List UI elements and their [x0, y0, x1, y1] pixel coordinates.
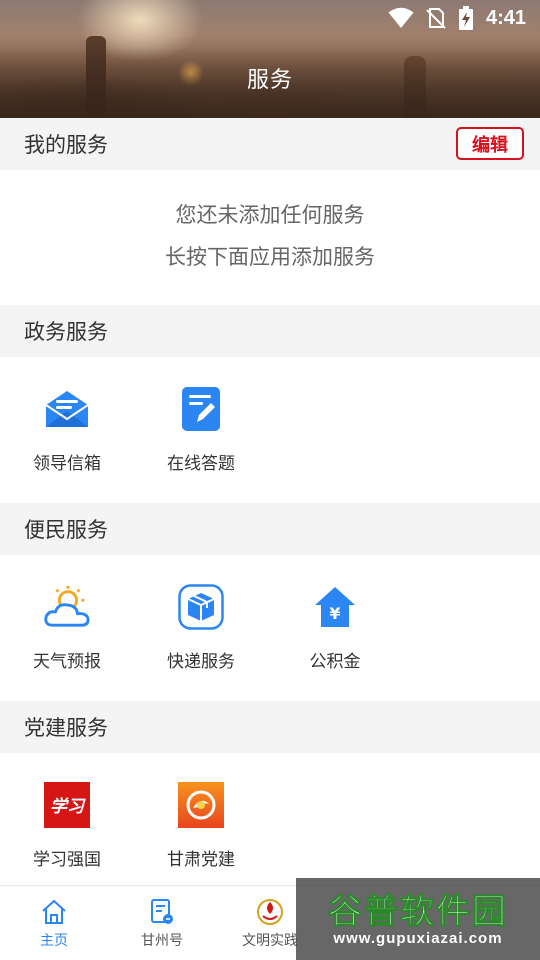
xuexi-logo-icon: 学习	[43, 781, 91, 829]
party-services-header: 党建服务	[0, 701, 540, 753]
battery-charging-icon	[458, 6, 474, 30]
my-services-header: 我的服务 编辑	[0, 118, 540, 170]
nav-label: 文明实践	[242, 933, 298, 949]
nav-label: 甘州号	[141, 933, 183, 949]
gov-services-grid: 领导信箱 在线答题	[0, 357, 540, 502]
svg-text:¥: ¥	[329, 604, 340, 623]
no-sim-icon	[426, 7, 446, 29]
service-weather[interactable]: 天气预报	[0, 555, 134, 700]
housing-fund-icon: ¥	[311, 583, 359, 631]
weather-icon	[43, 583, 91, 631]
gov-services-title: 政务服务	[24, 320, 108, 344]
service-gansu-party[interactable]: 甘肃党建	[134, 753, 268, 898]
service-online-quiz[interactable]: 在线答题	[134, 357, 268, 502]
service-express[interactable]: 快递服务	[134, 555, 268, 700]
nav-label: 主页	[40, 933, 68, 949]
public-services-header: 便民服务	[0, 503, 540, 555]
civilization-logo-icon	[256, 898, 284, 926]
edit-button[interactable]: 编辑	[456, 127, 524, 160]
header-banner: 4:41 服务	[0, 0, 540, 118]
service-leader-mailbox[interactable]: 领导信箱	[0, 357, 134, 502]
service-housing-fund[interactable]: ¥ 公积金	[268, 555, 402, 700]
status-bar: 4:41	[0, 0, 540, 36]
public-services-grid: 天气预报 快递服务 ¥ 公积金	[0, 555, 540, 700]
xuexi-logo-text: 学习	[50, 797, 86, 817]
party-services-title: 党建服务	[24, 716, 108, 740]
service-label: 甘肃党建	[167, 850, 235, 870]
edit-note-icon	[177, 385, 225, 433]
gansu-party-logo-icon	[177, 781, 225, 829]
nav-item-ganzhou[interactable]: 甘州号	[108, 886, 216, 960]
document-icon	[148, 898, 176, 926]
wifi-icon	[388, 7, 414, 29]
status-time: 4:41	[485, 6, 526, 29]
home-icon	[40, 898, 68, 926]
service-label: 快递服务	[167, 652, 235, 672]
site-watermark: 谷普软件园 www.gupuxiazai.com	[296, 878, 540, 960]
package-icon	[177, 583, 225, 631]
empty-hint-line-2: 长按下面应用添加服务	[165, 245, 375, 269]
mailbox-icon	[43, 385, 91, 433]
nav-item-home[interactable]: 主页	[0, 886, 108, 960]
watermark-title: 谷普软件园	[328, 892, 508, 933]
public-services-title: 便民服务	[24, 518, 108, 542]
page-title: 服务	[246, 68, 293, 93]
service-label: 公积金	[309, 652, 361, 672]
service-xuexi[interactable]: 学习 学习强国	[0, 753, 134, 898]
empty-hint-line-1: 您还未添加任何服务	[175, 203, 365, 227]
service-label: 学习强国	[33, 850, 101, 870]
watermark-url: www.gupuxiazai.com	[333, 930, 503, 947]
my-services-title: 我的服务	[24, 133, 108, 157]
empty-services-hint: 您还未添加任何服务 长按下面应用添加服务	[0, 194, 540, 278]
gov-services-header: 政务服务	[0, 305, 540, 357]
service-label: 在线答题	[167, 454, 235, 474]
service-label: 领导信箱	[33, 454, 101, 474]
service-label: 天气预报	[33, 652, 101, 672]
party-services-grid: 学习 学习强国 甘肃党建	[0, 753, 540, 898]
